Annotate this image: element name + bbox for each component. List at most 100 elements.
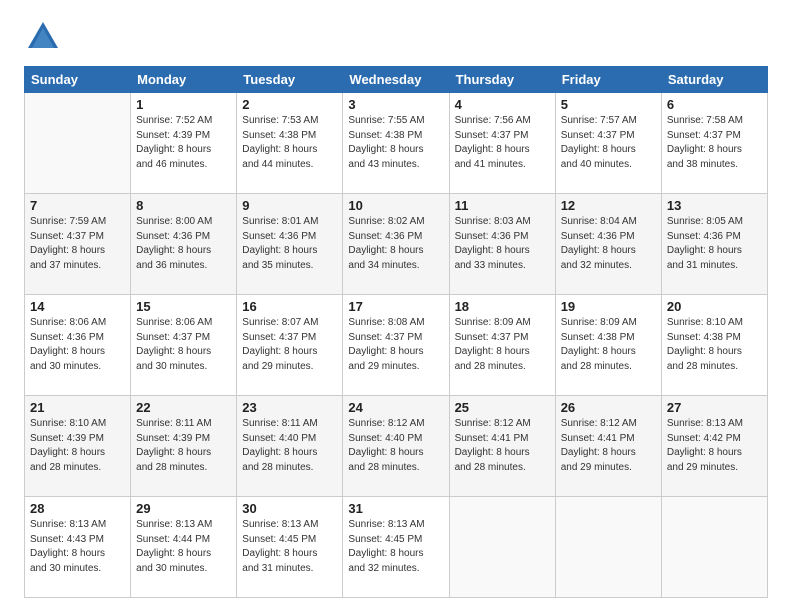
weekday-header-friday: Friday bbox=[555, 67, 661, 93]
calendar-cell: 30 Sunrise: 8:13 AM Sunset: 4:45 PM Dayli… bbox=[237, 497, 343, 598]
day-info: Sunrise: 8:01 AM Sunset: 4:36 PM Dayligh… bbox=[242, 215, 337, 273]
day-number: 5 bbox=[561, 97, 656, 112]
weekday-header-wednesday: Wednesday bbox=[343, 67, 449, 93]
calendar-cell: 1 Sunrise: 7:52 AM Sunset: 4:39 PM Daylig… bbox=[131, 93, 237, 194]
day-info: Sunrise: 8:13 AM Sunset: 4:43 PM Dayligh… bbox=[30, 518, 125, 576]
day-number: 24 bbox=[348, 400, 443, 415]
day-number: 20 bbox=[667, 299, 762, 314]
page: SundayMondayTuesdayWednesdayThursdayFrid… bbox=[0, 0, 792, 612]
day-info: Sunrise: 8:13 AM Sunset: 4:45 PM Dayligh… bbox=[242, 518, 337, 576]
day-info: Sunrise: 8:02 AM Sunset: 4:36 PM Dayligh… bbox=[348, 215, 443, 273]
day-info: Sunrise: 8:13 AM Sunset: 4:45 PM Dayligh… bbox=[348, 518, 443, 576]
day-info: Sunrise: 8:00 AM Sunset: 4:36 PM Dayligh… bbox=[136, 215, 231, 273]
day-number: 9 bbox=[242, 198, 337, 213]
day-number: 4 bbox=[455, 97, 550, 112]
day-number: 16 bbox=[242, 299, 337, 314]
day-info: Sunrise: 8:10 AM Sunset: 4:38 PM Dayligh… bbox=[667, 316, 762, 374]
day-number: 8 bbox=[136, 198, 231, 213]
calendar-week-row: 1 Sunrise: 7:52 AM Sunset: 4:39 PM Daylig… bbox=[25, 93, 768, 194]
calendar-week-row: 7 Sunrise: 7:59 AM Sunset: 4:37 PM Daylig… bbox=[25, 194, 768, 295]
day-info: Sunrise: 8:13 AM Sunset: 4:42 PM Dayligh… bbox=[667, 417, 762, 475]
day-info: Sunrise: 7:55 AM Sunset: 4:38 PM Dayligh… bbox=[348, 114, 443, 172]
calendar-cell: 27 Sunrise: 8:13 AM Sunset: 4:42 PM Dayli… bbox=[661, 396, 767, 497]
day-number: 11 bbox=[455, 198, 550, 213]
day-info: Sunrise: 7:53 AM Sunset: 4:38 PM Dayligh… bbox=[242, 114, 337, 172]
calendar-cell: 14Sunrise: 8:06 AM Sunset: 4:36 PM Dayli… bbox=[25, 295, 131, 396]
day-number: 1 bbox=[136, 97, 231, 112]
weekday-header-saturday: Saturday bbox=[661, 67, 767, 93]
day-info: Sunrise: 8:11 AM Sunset: 4:40 PM Dayligh… bbox=[242, 417, 337, 475]
day-info: Sunrise: 8:04 AM Sunset: 4:36 PM Dayligh… bbox=[561, 215, 656, 273]
calendar-cell: 11 Sunrise: 8:03 AM Sunset: 4:36 PM Dayli… bbox=[449, 194, 555, 295]
calendar-cell: 10 Sunrise: 8:02 AM Sunset: 4:36 PM Dayli… bbox=[343, 194, 449, 295]
day-number: 30 bbox=[242, 501, 337, 516]
calendar-cell: 31 Sunrise: 8:13 AM Sunset: 4:45 PM Dayli… bbox=[343, 497, 449, 598]
calendar-cell: 21Sunrise: 8:10 AM Sunset: 4:39 PM Dayli… bbox=[25, 396, 131, 497]
calendar-cell: 17Sunrise: 8:08 AM Sunset: 4:37 PM Dayli… bbox=[343, 295, 449, 396]
day-number: 10 bbox=[348, 198, 443, 213]
day-info: Sunrise: 8:13 AM Sunset: 4:44 PM Dayligh… bbox=[136, 518, 231, 576]
day-number: 23 bbox=[242, 400, 337, 415]
day-number: 6 bbox=[667, 97, 762, 112]
logo bbox=[24, 18, 68, 56]
day-number: 15 bbox=[136, 299, 231, 314]
day-info: Sunrise: 8:12 AM Sunset: 4:41 PM Dayligh… bbox=[455, 417, 550, 475]
calendar-cell: 28 Sunrise: 8:13 AM Sunset: 4:43 PM Dayli… bbox=[25, 497, 131, 598]
day-number: 17 bbox=[348, 299, 443, 314]
day-info: Sunrise: 7:59 AM Sunset: 4:37 PM Dayligh… bbox=[30, 215, 125, 273]
calendar-cell: 23 Sunrise: 8:11 AM Sunset: 4:40 PM Dayli… bbox=[237, 396, 343, 497]
calendar-cell bbox=[449, 497, 555, 598]
day-info: Sunrise: 8:12 AM Sunset: 4:41 PM Dayligh… bbox=[561, 417, 656, 475]
day-number: 18 bbox=[455, 299, 550, 314]
calendar-cell: 15 Sunrise: 8:06 AM Sunset: 4:37 PM Dayli… bbox=[131, 295, 237, 396]
day-info: Sunrise: 8:11 AM Sunset: 4:39 PM Dayligh… bbox=[136, 417, 231, 475]
day-info: Sunrise: 8:12 AM Sunset: 4:40 PM Dayligh… bbox=[348, 417, 443, 475]
calendar-cell: 24 Sunrise: 8:12 AM Sunset: 4:40 PM Dayli… bbox=[343, 396, 449, 497]
calendar-cell: 12Sunrise: 8:04 AM Sunset: 4:36 PM Dayli… bbox=[555, 194, 661, 295]
weekday-header-monday: Monday bbox=[131, 67, 237, 93]
calendar-cell: 5 Sunrise: 7:57 AM Sunset: 4:37 PM Daylig… bbox=[555, 93, 661, 194]
day-info: Sunrise: 8:05 AM Sunset: 4:36 PM Dayligh… bbox=[667, 215, 762, 273]
calendar-cell: 2 Sunrise: 7:53 AM Sunset: 4:38 PM Daylig… bbox=[237, 93, 343, 194]
logo-icon bbox=[24, 18, 62, 56]
day-number: 31 bbox=[348, 501, 443, 516]
calendar-cell: 16 Sunrise: 8:07 AM Sunset: 4:37 PM Dayli… bbox=[237, 295, 343, 396]
day-number: 28 bbox=[30, 501, 125, 516]
calendar-cell: 26 Sunrise: 8:12 AM Sunset: 4:41 PM Dayli… bbox=[555, 396, 661, 497]
calendar-cell: 20 Sunrise: 8:10 AM Sunset: 4:38 PM Dayli… bbox=[661, 295, 767, 396]
day-number: 2 bbox=[242, 97, 337, 112]
day-info: Sunrise: 8:07 AM Sunset: 4:37 PM Dayligh… bbox=[242, 316, 337, 374]
day-number: 22 bbox=[136, 400, 231, 415]
header bbox=[24, 18, 768, 56]
calendar-cell: 7 Sunrise: 7:59 AM Sunset: 4:37 PM Daylig… bbox=[25, 194, 131, 295]
day-number: 21 bbox=[30, 400, 125, 415]
calendar-cell: 13 Sunrise: 8:05 AM Sunset: 4:36 PM Dayli… bbox=[661, 194, 767, 295]
weekday-header-sunday: Sunday bbox=[25, 67, 131, 93]
calendar-cell bbox=[555, 497, 661, 598]
day-number: 25 bbox=[455, 400, 550, 415]
calendar-cell: 18Sunrise: 8:09 AM Sunset: 4:37 PM Dayli… bbox=[449, 295, 555, 396]
day-number: 13 bbox=[667, 198, 762, 213]
calendar-cell: 9 Sunrise: 8:01 AM Sunset: 4:36 PM Daylig… bbox=[237, 194, 343, 295]
calendar-cell bbox=[661, 497, 767, 598]
day-number: 7 bbox=[30, 198, 125, 213]
day-number: 27 bbox=[667, 400, 762, 415]
day-info: Sunrise: 7:56 AM Sunset: 4:37 PM Dayligh… bbox=[455, 114, 550, 172]
calendar-cell bbox=[25, 93, 131, 194]
calendar-cell: 19 Sunrise: 8:09 AM Sunset: 4:38 PM Dayli… bbox=[555, 295, 661, 396]
day-info: Sunrise: 8:09 AM Sunset: 4:38 PM Dayligh… bbox=[561, 316, 656, 374]
weekday-header-tuesday: Tuesday bbox=[237, 67, 343, 93]
calendar-cell: 29Sunrise: 8:13 AM Sunset: 4:44 PM Dayli… bbox=[131, 497, 237, 598]
day-info: Sunrise: 8:06 AM Sunset: 4:37 PM Dayligh… bbox=[136, 316, 231, 374]
weekday-header-thursday: Thursday bbox=[449, 67, 555, 93]
calendar-week-row: 14Sunrise: 8:06 AM Sunset: 4:36 PM Dayli… bbox=[25, 295, 768, 396]
day-number: 3 bbox=[348, 97, 443, 112]
day-number: 19 bbox=[561, 299, 656, 314]
weekday-header-row: SundayMondayTuesdayWednesdayThursdayFrid… bbox=[25, 67, 768, 93]
day-info: Sunrise: 7:57 AM Sunset: 4:37 PM Dayligh… bbox=[561, 114, 656, 172]
calendar-cell: 22 Sunrise: 8:11 AM Sunset: 4:39 PM Dayli… bbox=[131, 396, 237, 497]
day-number: 26 bbox=[561, 400, 656, 415]
calendar-cell: 8 Sunrise: 8:00 AM Sunset: 4:36 PM Daylig… bbox=[131, 194, 237, 295]
day-info: Sunrise: 7:52 AM Sunset: 4:39 PM Dayligh… bbox=[136, 114, 231, 172]
day-info: Sunrise: 8:03 AM Sunset: 4:36 PM Dayligh… bbox=[455, 215, 550, 273]
